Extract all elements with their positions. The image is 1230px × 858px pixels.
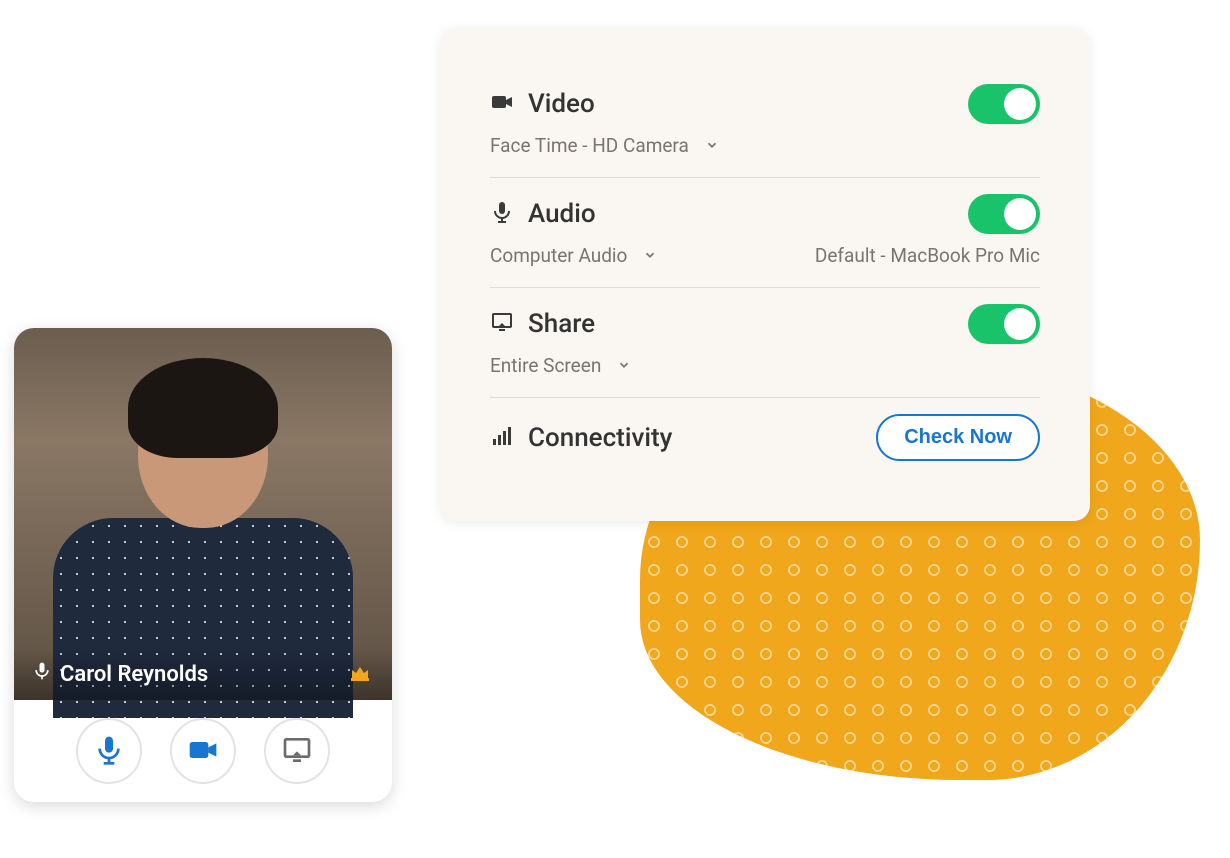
mic-icon — [93, 734, 125, 769]
share-screen-button[interactable] — [264, 718, 330, 784]
chevron-down-icon — [699, 134, 719, 157]
share-target-dropdown[interactable]: Entire Screen — [490, 354, 631, 377]
audio-device-label: Computer Audio — [490, 244, 627, 267]
signal-bars-icon — [490, 424, 514, 452]
mic-icon — [490, 200, 514, 228]
audio-device-dropdown[interactable]: Computer Audio — [490, 244, 657, 267]
video-tile: Carol Reynolds — [14, 328, 392, 802]
video-icon — [490, 90, 514, 118]
audio-mic-label: Default - MacBook Pro Mic — [815, 244, 1040, 267]
toggle-camera-button[interactable] — [170, 718, 236, 784]
video-icon — [187, 734, 219, 769]
chevron-down-icon — [611, 354, 631, 377]
video-title: Video — [528, 89, 595, 119]
audio-setting-row: Audio Computer Audio Default - MacBook P… — [490, 178, 1040, 288]
participant-video: Carol Reynolds — [14, 328, 392, 700]
video-toggle[interactable] — [968, 84, 1040, 124]
share-toggle[interactable] — [968, 304, 1040, 344]
share-screen-icon — [490, 310, 514, 338]
video-device-label: Face Time - HD Camera — [490, 134, 689, 157]
settings-panel: Video Face Time - HD Camera Audio — [440, 28, 1090, 521]
mic-on-icon — [32, 661, 52, 687]
share-title: Share — [528, 309, 595, 339]
chevron-down-icon — [637, 244, 657, 267]
audio-title: Audio — [528, 199, 596, 229]
share-setting-row: Share Entire Screen — [490, 288, 1040, 398]
share-screen-icon — [281, 734, 313, 769]
video-setting-row: Video Face Time - HD Camera — [490, 68, 1040, 178]
video-overlay: Carol Reynolds — [14, 648, 392, 700]
check-now-button[interactable]: Check Now — [876, 414, 1040, 461]
video-device-dropdown[interactable]: Face Time - HD Camera — [490, 134, 719, 157]
connectivity-setting-row: Connectivity Check Now — [490, 398, 1040, 461]
connectivity-title: Connectivity — [528, 423, 672, 453]
mute-mic-button[interactable] — [76, 718, 142, 784]
share-target-label: Entire Screen — [490, 354, 601, 377]
participant-name: Carol Reynolds — [60, 662, 208, 687]
host-crown-icon — [346, 660, 374, 688]
audio-toggle[interactable] — [968, 194, 1040, 234]
